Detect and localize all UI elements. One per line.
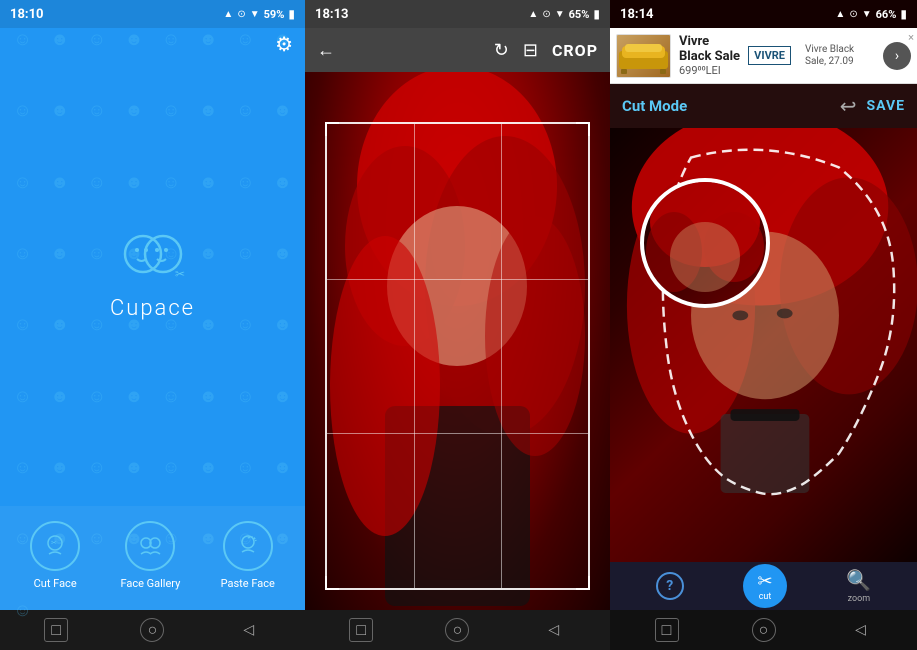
- save-button[interactable]: SAVE: [867, 98, 906, 114]
- time-middle: 18:13: [315, 7, 349, 22]
- crop-handle-tr[interactable]: [576, 122, 590, 136]
- right-toolbar: Cut Mode ↩ SAVE: [610, 84, 917, 128]
- cut-mode-bottom-bar: ? ✂ cut 🔍 zoom: [610, 562, 917, 610]
- panel-crop-editor: 18:13 ▲ ⊙ ▼ 65% ▮ ← ↻ ⊟ CROP: [305, 0, 610, 650]
- crop-grid-v2: [501, 124, 502, 588]
- zoom-label: zoom: [848, 594, 871, 604]
- crop-handle-br[interactable]: [576, 576, 590, 590]
- ad-text-area: Vivre Black Sale 699⁰⁰LEI: [679, 34, 740, 77]
- crop-grid-v1: [414, 124, 415, 588]
- refresh-icon[interactable]: ↻: [494, 40, 509, 61]
- actions-bar: ✂ Cut Face Face Gallery: [0, 506, 305, 610]
- status-icons-middle: ▲ ⊙ ▼ 65% ▮: [528, 7, 600, 21]
- face-gallery-button[interactable]: Face Gallery: [120, 521, 180, 590]
- app-title: Cupace: [110, 296, 195, 321]
- crop-image-area[interactable]: [305, 72, 610, 610]
- crop-toggle-icon[interactable]: ⊟: [523, 40, 538, 61]
- crop-handle-tl[interactable]: [325, 122, 339, 136]
- cupace-logo-area: ✂ Cupace: [0, 60, 305, 506]
- time-left: 18:10: [10, 7, 44, 22]
- nav-recent-icon-m[interactable]: ◁: [542, 618, 566, 642]
- paste-face-icon: [223, 521, 273, 571]
- nav-home-icon-r[interactable]: □: [655, 618, 679, 642]
- nav-back-icon-m[interactable]: ○: [445, 618, 469, 642]
- crop-box[interactable]: [325, 122, 590, 590]
- zoom-icon: 🔍: [846, 568, 871, 592]
- ad-cta-text: Vivre Black Sale, 27.09: [805, 44, 875, 68]
- cut-face-icon: ✂: [30, 521, 80, 571]
- crop-grid-h2: [327, 433, 588, 434]
- nav-back-icon-r[interactable]: ○: [752, 618, 776, 642]
- status-bar-middle: 18:13 ▲ ⊙ ▼ 65% ▮: [305, 0, 610, 28]
- svg-text:✂: ✂: [51, 539, 57, 547]
- cut-face-button[interactable]: ✂ Cut Face: [30, 521, 80, 590]
- help-button[interactable]: ?: [656, 572, 684, 600]
- status-bar-right: 18:14 ▲ ⊙ ▼ 66% ▮: [610, 0, 917, 28]
- nav-bar-middle: □ ○ ◁: [305, 610, 610, 650]
- nav-bar-right: □ ○ ◁: [610, 610, 917, 650]
- svg-text:✂: ✂: [175, 267, 185, 281]
- back-button[interactable]: ←: [317, 40, 335, 61]
- settings-icon[interactable]: ⚙: [275, 32, 293, 56]
- cut-tool-label: cut: [759, 592, 772, 602]
- status-icons-right: ▲ ⊙ ▼ 66% ▮: [835, 7, 907, 21]
- crop-handle-bl[interactable]: [325, 576, 339, 590]
- ad-arrow-button[interactable]: ›: [883, 42, 911, 70]
- face-gallery-label: Face Gallery: [120, 577, 180, 590]
- right-toolbar-actions: ↩ SAVE: [840, 94, 905, 118]
- help-icon: ?: [656, 572, 684, 600]
- crop-grid-h1: [327, 279, 588, 280]
- paste-face-label: Paste Face: [221, 577, 275, 590]
- cut-face-label: Cut Face: [34, 577, 77, 590]
- toolbar-tools: ↻ ⊟ CROP: [494, 40, 598, 61]
- panel-cut-mode: 18:14 ▲ ⊙ ▼ 66% ▮ Vivre Blac: [610, 0, 917, 650]
- status-bar-left: 18:10 ▲ ⊙ ▼ 59% ▮: [0, 0, 305, 28]
- left-toolbar: ⚙: [0, 28, 305, 60]
- panel-cupace-home: ☺ ☻ ☺ ☻ ☺ ☻ ☺ ☻ ☺ ☻ ☺ ☻ ☺ ☻ ☺ ☻ ☺ ☻ ☺ ☻ …: [0, 0, 305, 650]
- crop-button[interactable]: CROP: [552, 41, 598, 60]
- face-gallery-icon: [125, 521, 175, 571]
- cut-mode-title: Cut Mode: [622, 97, 687, 115]
- cut-outline: [610, 128, 917, 562]
- nav-home-icon-m[interactable]: □: [349, 618, 373, 642]
- ad-product-image: [616, 34, 671, 78]
- undo-button[interactable]: ↩: [840, 94, 857, 118]
- zoom-circle: [640, 178, 770, 308]
- ad-close-button[interactable]: ×: [908, 31, 914, 44]
- scissors-icon: ✂: [757, 571, 772, 592]
- middle-toolbar: ← ↻ ⊟ CROP: [305, 28, 610, 72]
- paste-face-button[interactable]: Paste Face: [221, 521, 275, 590]
- ad-brand-logo: VIVRE: [748, 46, 791, 65]
- cut-image-area[interactable]: [610, 128, 917, 562]
- ad-title: Vivre Black Sale: [679, 34, 740, 64]
- ad-banner[interactable]: Vivre Black Sale 699⁰⁰LEI VIVRE Vivre Bl…: [610, 28, 917, 84]
- cupace-logo-icon: ✂: [113, 226, 193, 286]
- time-right: 18:14: [620, 7, 654, 22]
- cut-tool-button[interactable]: ✂ cut: [743, 564, 787, 608]
- ad-subtitle: 699⁰⁰LEI: [679, 64, 740, 77]
- status-icons-left: ▲ ⊙ ▼ 59% ▮: [223, 7, 295, 21]
- nav-recent-icon-r[interactable]: ◁: [849, 618, 873, 642]
- zoom-button[interactable]: 🔍 zoom: [846, 568, 871, 604]
